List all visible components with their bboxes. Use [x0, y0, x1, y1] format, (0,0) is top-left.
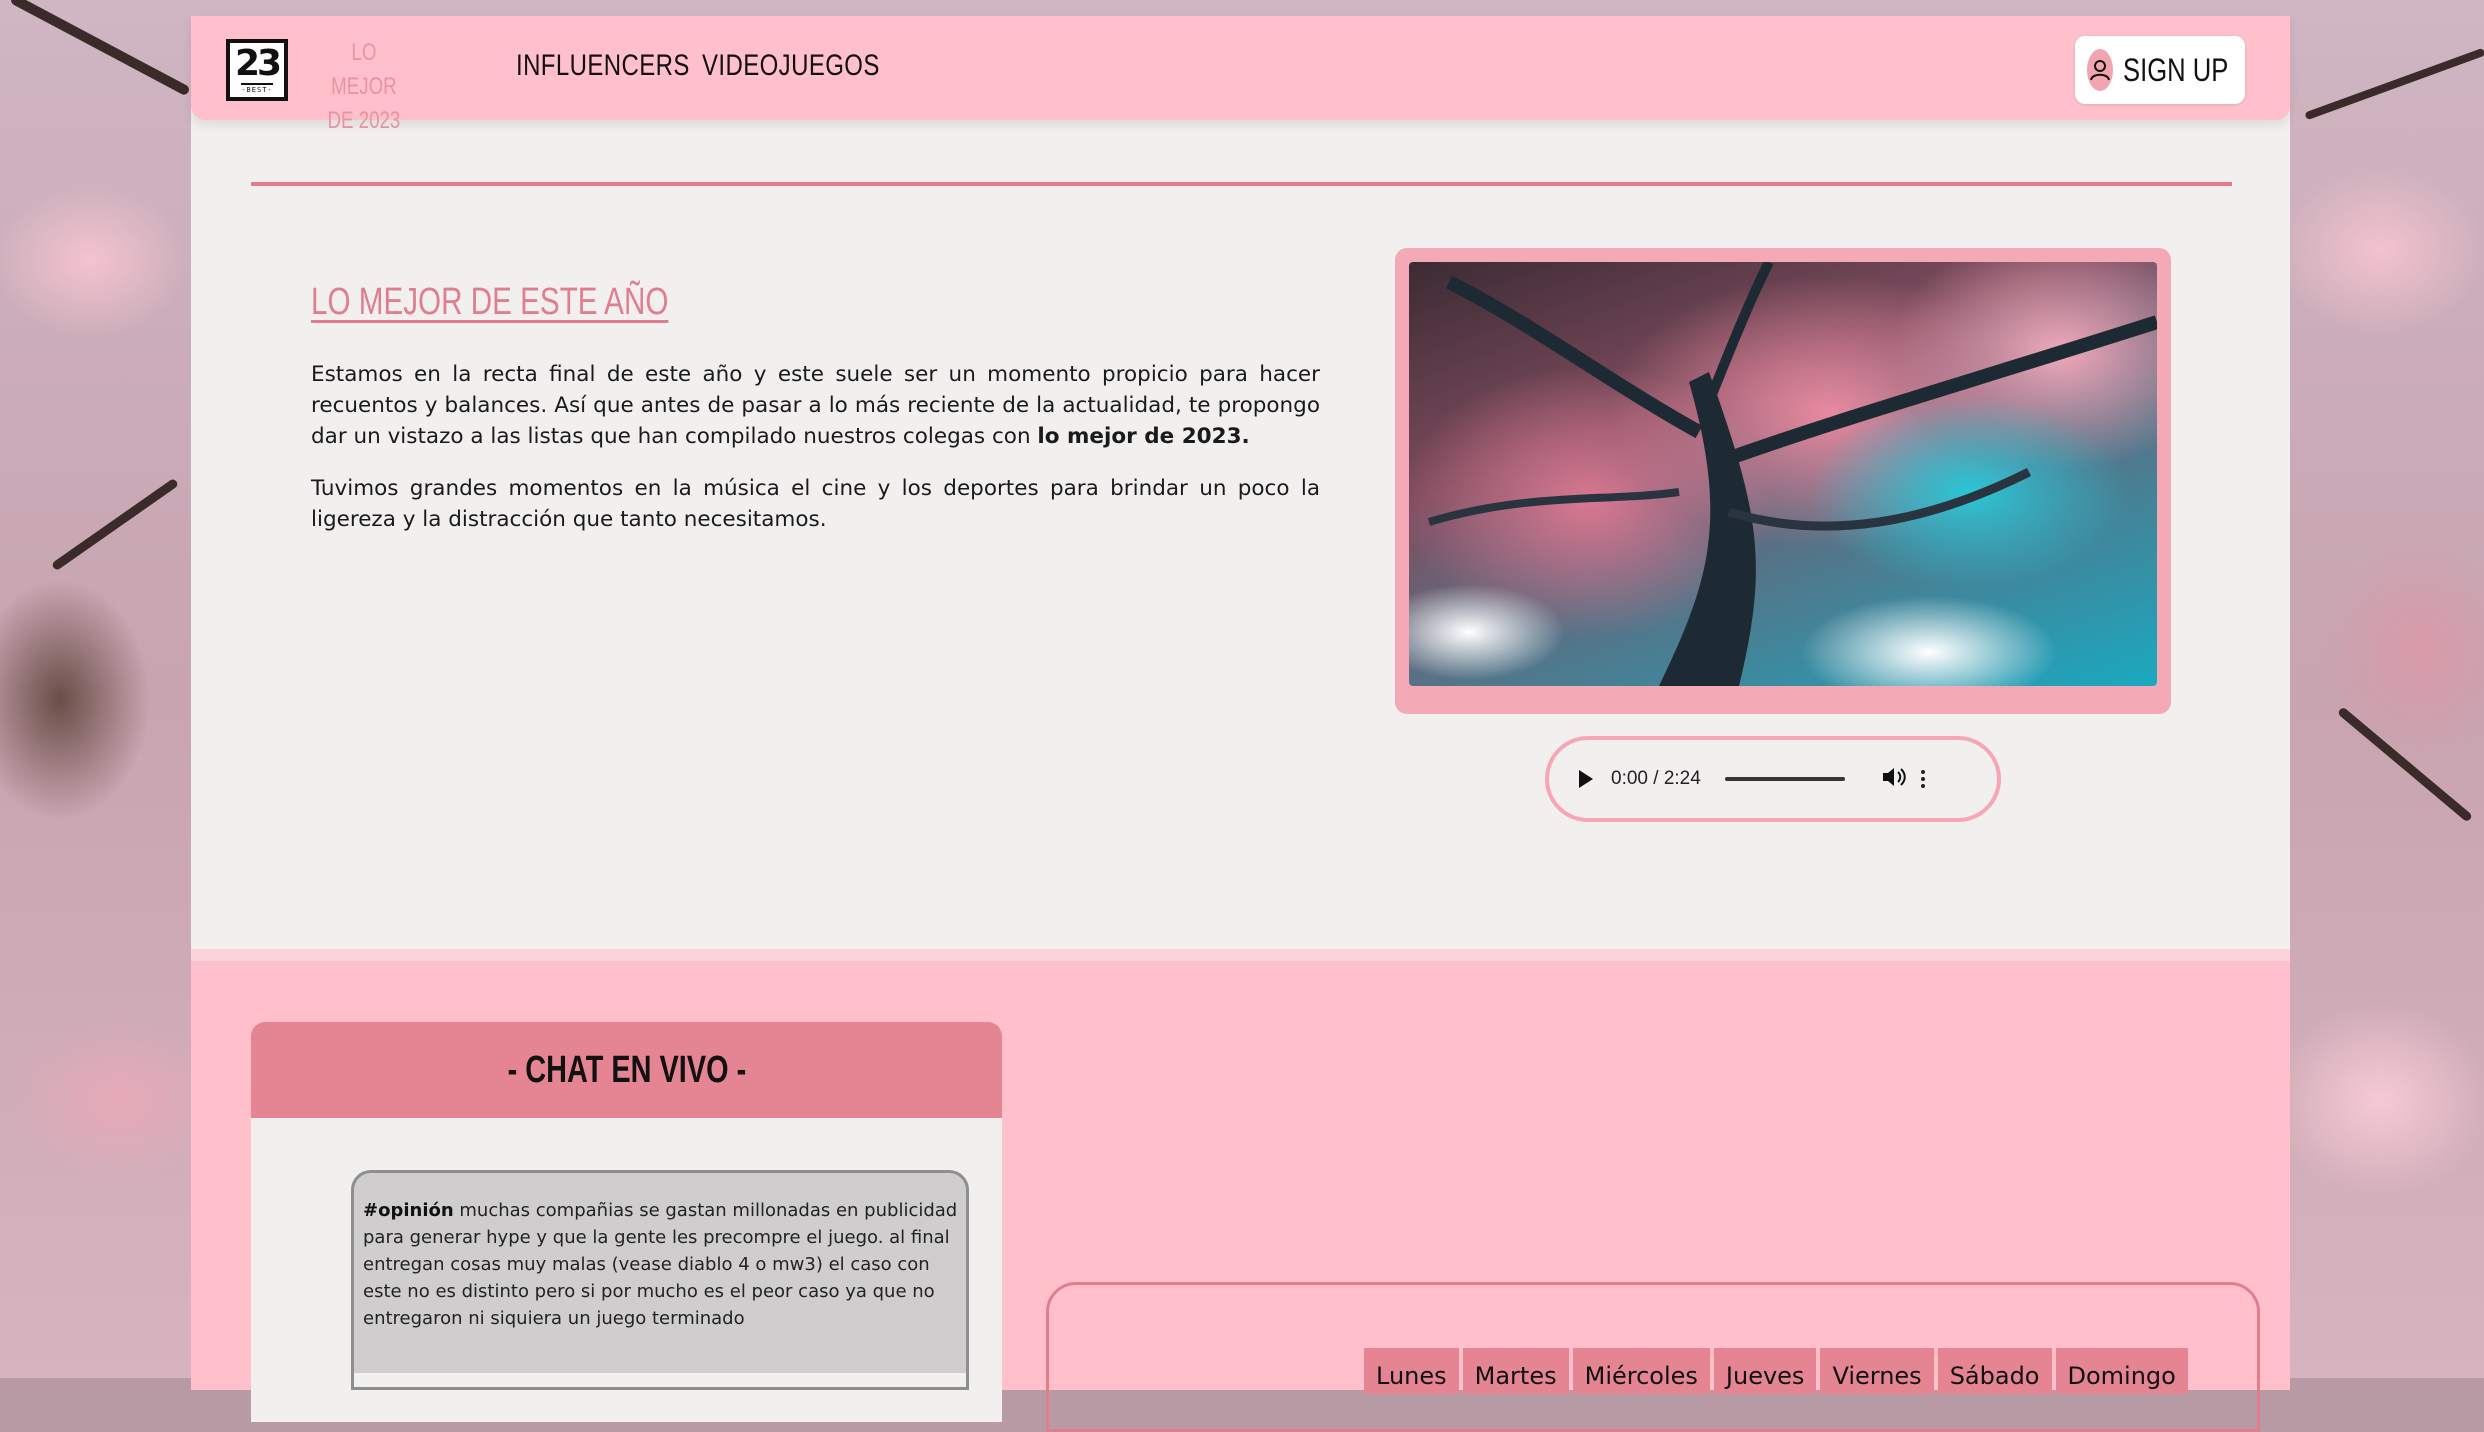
- chat-message-text: #opinión muchas compañias se gastan mill…: [363, 1197, 958, 1332]
- logo[interactable]: 23 -BEST-: [226, 39, 288, 101]
- tab-sabado[interactable]: Sábado: [1937, 1348, 2052, 1394]
- tab-domingo[interactable]: Domingo: [2055, 1348, 2188, 1394]
- logo-number: 23: [234, 43, 282, 84]
- page-container: 23 -BEST- LO MEJOR DE 2023 INFLUENCERS V…: [191, 16, 2290, 1432]
- sign-up-label: SIGN UP: [2123, 51, 2229, 88]
- nav-link-influencers[interactable]: INFLUENCERS: [516, 49, 690, 83]
- section-divider: [251, 182, 2232, 186]
- tab-jueves[interactable]: Jueves: [1713, 1348, 1817, 1394]
- user-icon: [2087, 49, 2113, 91]
- article-title[interactable]: LO MEJOR DE ESTE AÑO: [311, 281, 668, 324]
- cherry-tree-image: [1409, 262, 2157, 686]
- chat-message-tag: #opinión: [363, 1200, 454, 1221]
- nav-link-videojuegos[interactable]: VIDEOJUEGOS: [702, 49, 880, 83]
- tab-miercoles[interactable]: Miércoles: [1572, 1348, 1710, 1394]
- brand-name: LO MEJOR DE 2023: [321, 36, 407, 138]
- brand-line-2: DE 2023: [327, 107, 401, 134]
- tab-martes[interactable]: Martes: [1462, 1348, 1569, 1394]
- live-chat-panel: - CHAT EN VIVO - #opinión muchas compañi…: [251, 1022, 1002, 1422]
- more-options-icon[interactable]: [1920, 770, 1925, 788]
- chat-header: - CHAT EN VIVO -: [251, 1022, 1002, 1118]
- weekday-tabs: Lunes Martes Miércoles Jueves Viernes Sá…: [1364, 1348, 2188, 1394]
- logo-subtitle: -BEST-: [241, 83, 273, 94]
- audio-progress-bar[interactable]: [1724, 777, 1845, 781]
- tab-lunes[interactable]: Lunes: [1364, 1348, 1459, 1394]
- audio-time: 0:00 / 2:24: [1611, 768, 1701, 789]
- chat-title: - CHAT EN VIVO -: [507, 1048, 746, 1091]
- chat-message[interactable]: #opinión muchas compañias se gastan mill…: [351, 1170, 969, 1390]
- brand-line-1: LO MEJOR: [331, 39, 397, 100]
- hero-image-frame: [1395, 248, 2171, 714]
- sign-up-button[interactable]: SIGN UP: [2075, 36, 2245, 104]
- play-icon[interactable]: [1579, 770, 1593, 788]
- tab-viernes[interactable]: Viernes: [1820, 1348, 1934, 1394]
- volume-icon[interactable]: [1881, 765, 1907, 793]
- article-paragraph-2: Tuvimos grandes momentos en la música el…: [311, 476, 1320, 532]
- article-paragraph-1-bold: lo mejor de 2023.: [1037, 424, 1250, 449]
- navbar: 23 -BEST- LO MEJOR DE 2023 INFLUENCERS V…: [191, 16, 2290, 134]
- chat-message-footer: [354, 1373, 966, 1387]
- audio-player: 0:00 / 2:24: [1545, 736, 2001, 822]
- article-paragraph-1: Estamos en la recta final de este año y …: [311, 359, 1320, 452]
